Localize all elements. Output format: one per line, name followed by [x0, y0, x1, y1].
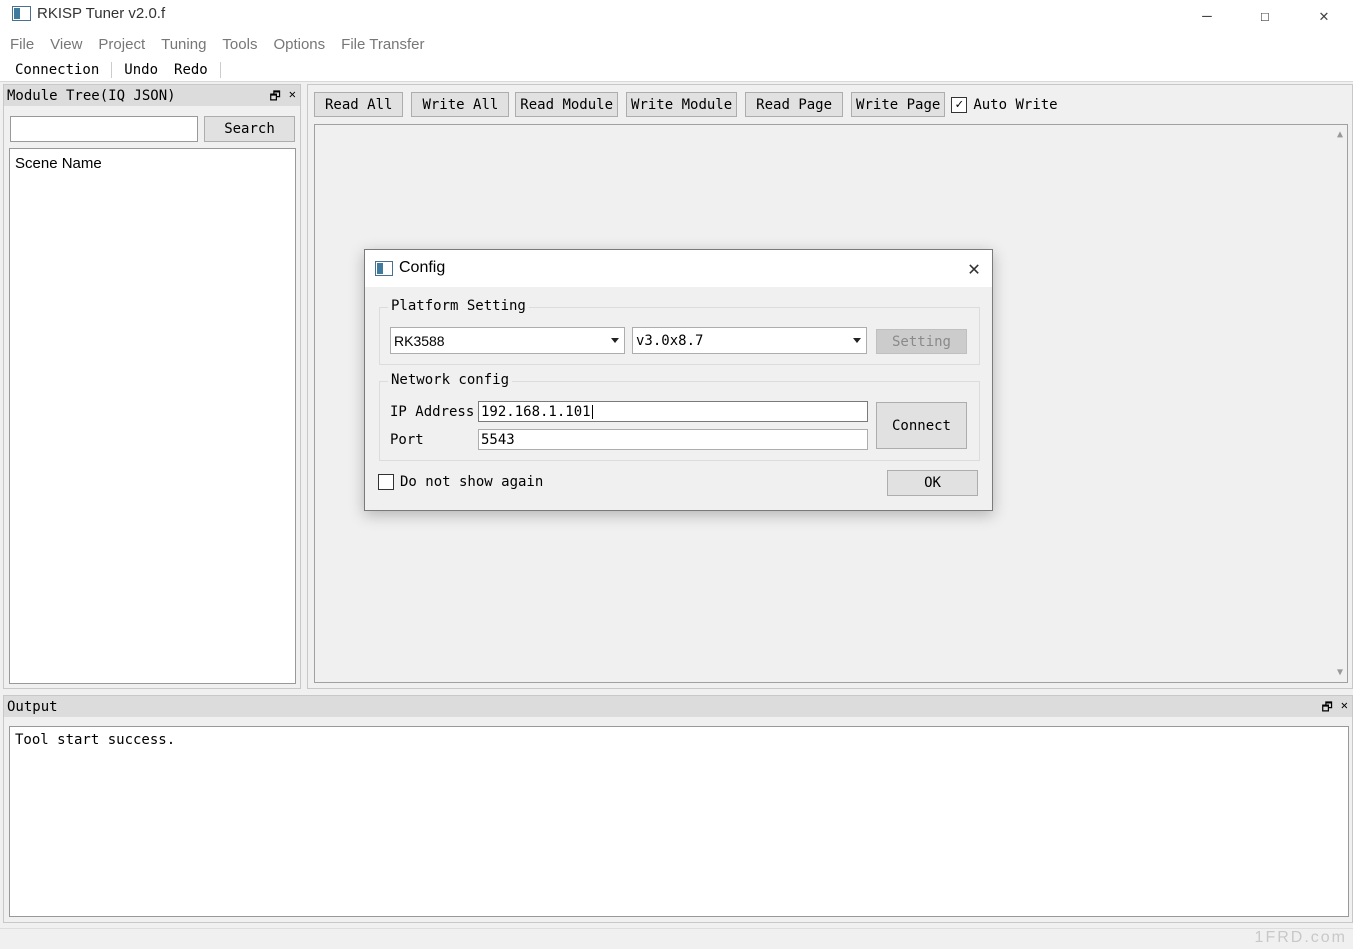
text-caret: [591, 404, 593, 419]
connection-button[interactable]: Connection: [7, 60, 107, 80]
dont-show-again-label: Do not show again: [400, 474, 544, 490]
redo-button[interactable]: Redo: [166, 60, 216, 80]
dialog-title-bar: Config ✕: [365, 250, 992, 287]
dont-show-again-toggle[interactable]: Do not show again: [378, 474, 543, 490]
write-module-button[interactable]: Write Module: [626, 92, 738, 117]
search-button[interactable]: Search: [204, 116, 295, 142]
version-select[interactable]: v3.0x8.7: [632, 327, 867, 354]
tree-item-scene-name[interactable]: Scene Name: [10, 149, 295, 178]
tree-search-input[interactable]: [10, 116, 198, 142]
module-tree-header: Module Tree(IQ JSON) 🗗 ✕: [4, 85, 300, 106]
read-module-button[interactable]: Read Module: [515, 92, 619, 117]
main-toolbar: Read All Write All Read Module Write Mod…: [314, 92, 1058, 117]
ip-address-label: IP Address: [390, 404, 475, 420]
write-page-button[interactable]: Write Page: [851, 92, 946, 117]
output-log-line: Tool start success.: [15, 732, 176, 748]
port-label: Port: [390, 432, 424, 448]
float-icon[interactable]: 🗗: [269, 87, 280, 108]
close-icon[interactable]: ✕: [1341, 698, 1348, 719]
connect-button[interactable]: Connect: [876, 402, 967, 449]
chevron-down-icon: [611, 338, 619, 343]
app-icon: [12, 6, 31, 21]
version-select-value: v3.0x8.7: [636, 332, 704, 349]
menu-project[interactable]: Project: [90, 32, 153, 58]
toolbar-separator: [111, 61, 113, 78]
port-field[interactable]: 5543: [478, 429, 868, 450]
write-all-button[interactable]: Write All: [411, 92, 510, 117]
minimize-button[interactable]: —: [1178, 0, 1236, 30]
dialog-title: Config: [399, 259, 446, 276]
network-group-title: Network config: [388, 372, 513, 388]
app-icon: [375, 261, 393, 276]
dont-show-again-checkbox[interactable]: [378, 474, 394, 490]
maximize-button[interactable]: ☐: [1236, 0, 1294, 30]
close-icon[interactable]: ✕: [289, 87, 296, 108]
module-tree-title: Module Tree(IQ JSON): [7, 87, 176, 104]
window-title: RKISP Tuner v2.0.f: [37, 5, 166, 22]
output-dock: Output 🗗 ✕ Tool start success.: [3, 695, 1353, 923]
output-text-panel[interactable]: Tool start success.: [9, 726, 1349, 917]
platform-select[interactable]: RK3588: [390, 327, 625, 354]
status-bar: 1FRD.com: [0, 928, 1353, 949]
module-tree-list: Scene Name: [9, 148, 296, 684]
platform-setting-group: Platform Setting RK3588 v3.0x8.7 Setting: [379, 298, 980, 365]
port-value: 5543: [481, 431, 515, 448]
menu-tuning[interactable]: Tuning: [153, 32, 214, 58]
platform-group-title: Platform Setting: [388, 298, 529, 314]
title-bar: RKISP Tuner v2.0.f — ☐ ✕: [0, 0, 1353, 32]
ip-address-field[interactable]: 192.168.1.101: [478, 401, 868, 422]
auto-write-label: Auto Write: [973, 96, 1058, 113]
menu-options[interactable]: Options: [265, 32, 333, 58]
output-title: Output: [7, 698, 58, 715]
menu-tools[interactable]: Tools: [214, 32, 265, 58]
auto-write-checkbox[interactable]: ✓: [951, 96, 968, 113]
read-all-button[interactable]: Read All: [314, 92, 404, 117]
float-icon[interactable]: 🗗: [1321, 698, 1332, 719]
read-page-button[interactable]: Read Page: [745, 92, 844, 117]
undo-button[interactable]: Undo: [116, 60, 166, 80]
module-tree-dock: Module Tree(IQ JSON) 🗗 ✕ Search Scene Na…: [3, 84, 301, 689]
window-close-button[interactable]: ✕: [1295, 0, 1353, 30]
scroll-down-icon[interactable]: ▼: [1337, 667, 1343, 678]
chevron-down-icon: [853, 338, 861, 343]
config-dialog: Config ✕ Platform Setting RK3588 v3.0x8.…: [364, 249, 993, 511]
dialog-close-icon[interactable]: ✕: [968, 256, 980, 280]
platform-select-value: RK3588: [394, 332, 445, 349]
setting-button[interactable]: Setting: [876, 329, 967, 354]
auto-write-toggle[interactable]: ✓ Auto Write: [951, 96, 1058, 113]
toolbar-separator: [219, 61, 221, 78]
watermark: 1FRD.com: [1254, 929, 1347, 946]
ip-address-value: 192.168.1.101: [481, 403, 591, 420]
output-header: Output 🗗 ✕: [4, 696, 1352, 717]
menu-file[interactable]: File: [2, 32, 42, 58]
network-config-group: Network config IP Address 192.168.1.101 …: [379, 372, 980, 461]
menu-bar: File View Project Tuning Tools Options F…: [0, 32, 1353, 58]
scroll-up-icon[interactable]: ▲: [1337, 129, 1343, 140]
toolbar: Connection Undo Redo: [0, 58, 1353, 82]
menu-view[interactable]: View: [42, 32, 90, 58]
ok-button[interactable]: OK: [887, 470, 978, 496]
menu-file-transfer[interactable]: File Transfer: [333, 32, 432, 58]
